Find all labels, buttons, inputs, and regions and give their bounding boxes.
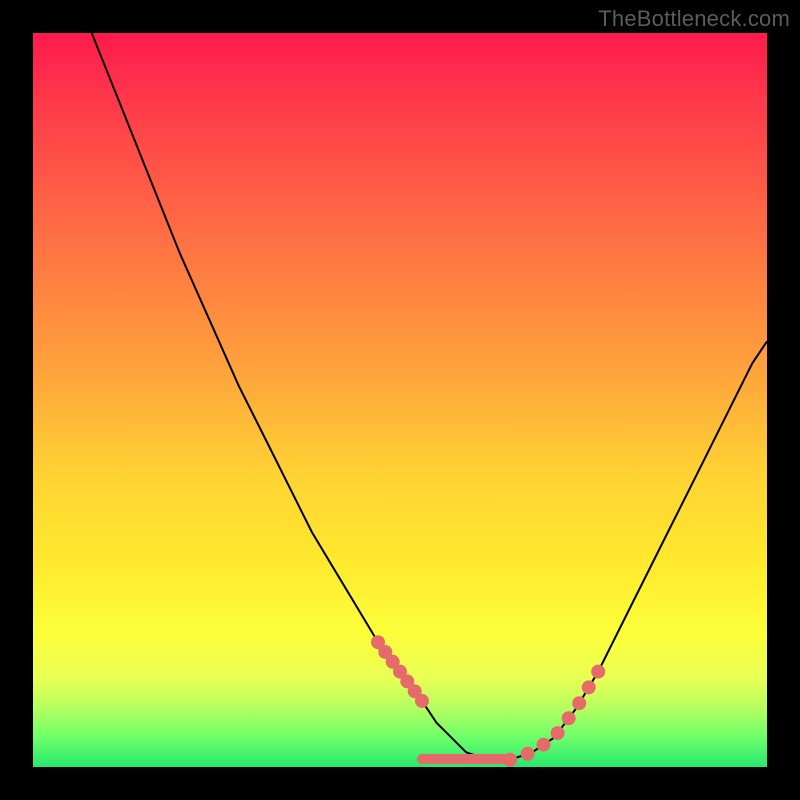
dotted-segment-left [371, 635, 429, 708]
bottleneck-curve [92, 33, 767, 760]
curve-dot [562, 711, 576, 725]
curve-dot [591, 665, 605, 679]
curve-dot [521, 747, 535, 761]
curve-dot [572, 696, 586, 710]
curve-dot [582, 680, 596, 694]
curve-dot [415, 694, 429, 708]
dotted-segment-right [503, 665, 605, 767]
curve-svg [33, 33, 767, 767]
curve-dot [503, 753, 517, 767]
curve-dot [537, 738, 551, 752]
plot-area [33, 33, 767, 767]
watermark-text: TheBottleneck.com [598, 6, 790, 32]
curve-dot [551, 726, 565, 740]
chart-frame: TheBottleneck.com [0, 0, 800, 800]
